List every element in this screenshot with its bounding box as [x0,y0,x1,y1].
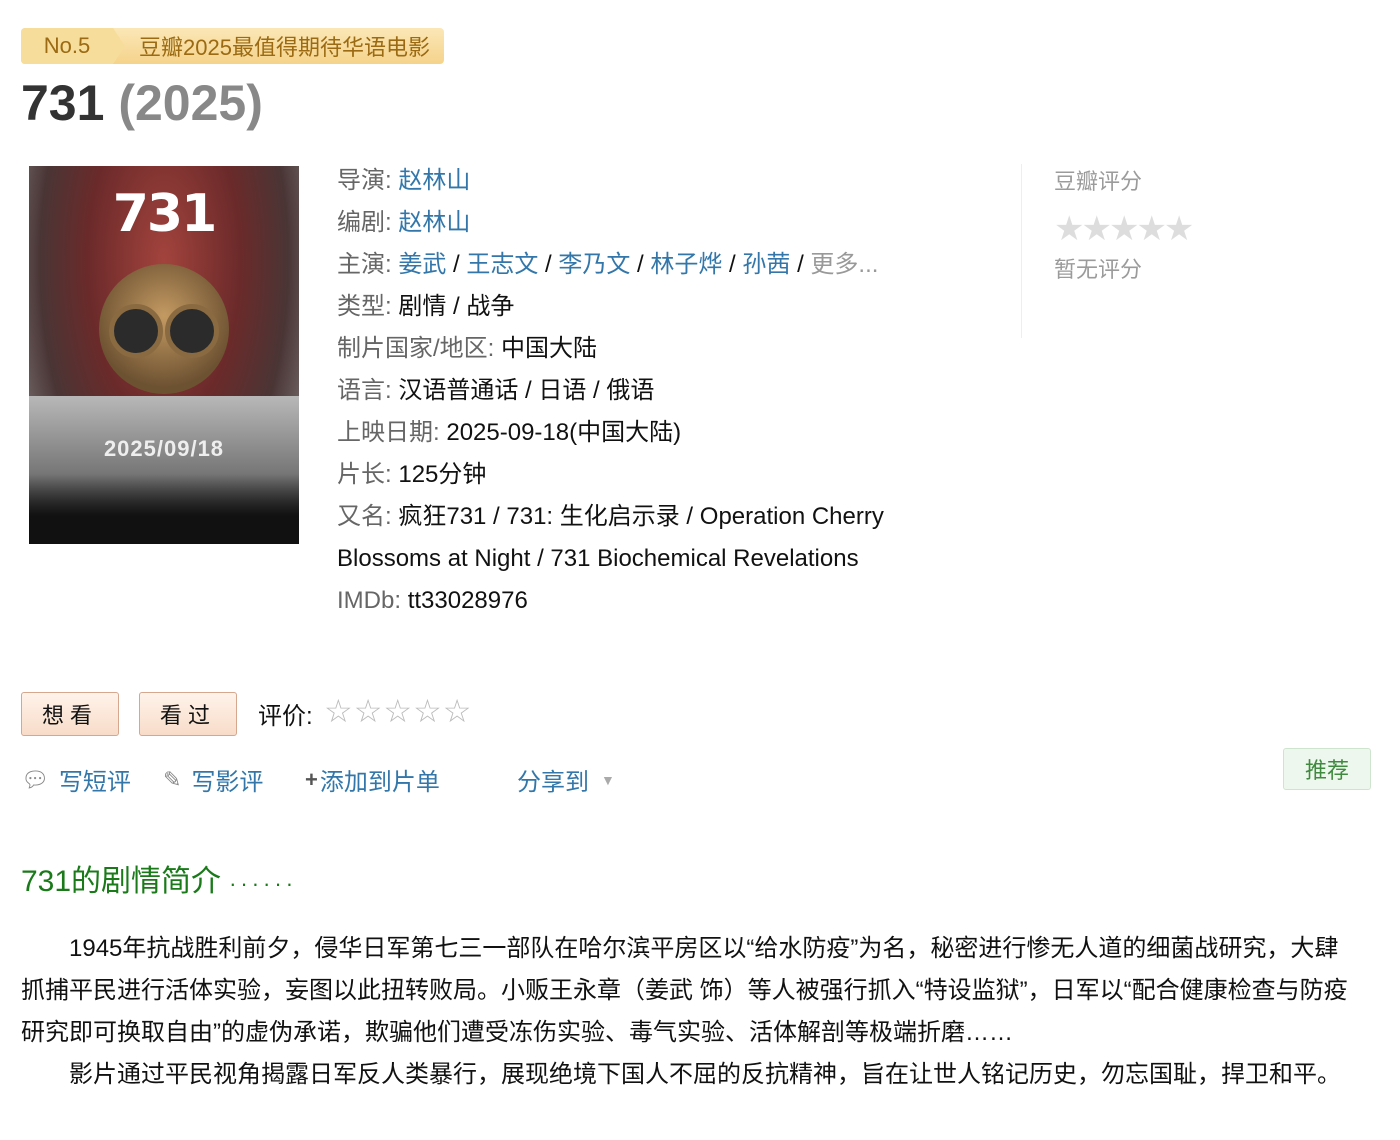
mask-eye-left [109,304,163,358]
cast-link[interactable]: 李乃文 [558,251,630,278]
movie-poster[interactable]: 731 2025/09/18 [29,166,299,544]
cast-link[interactable]: 孙茜 [742,251,790,278]
synopsis-dots: ······ [229,871,298,896]
director-label: 导演: [337,167,392,194]
chevron-down-icon: ▼ [601,771,615,788]
writer-label: 编剧: [337,209,392,236]
ranking-badge[interactable]: No.5 豆瓣2025最值得期待华语电影 [21,28,444,64]
mask-eye-right [165,304,219,358]
movie-title: 731 (2025) [21,70,263,136]
region-label: 制片国家/地区: [337,335,495,362]
imdb-value: tt33028976 [407,587,528,614]
cast-link[interactable]: 姜武 [398,251,446,278]
genre-label: 类型: [337,293,392,320]
runtime-value: 125分钟 [398,461,487,488]
add-to-list-link[interactable]: + 添加到片单 [305,762,440,797]
rate-stars-input[interactable]: ☆☆☆☆☆ [324,692,472,730]
runtime-label: 片长: [337,461,392,488]
plus-icon: + [305,766,318,792]
douban-rating-box: 豆瓣评分 ★★★★★ 暂无评分 [1021,164,1194,338]
movie-info: 导演: 赵林山 编剧: 赵林山 主演: 姜武 / 王志文 / 李乃文 / 林子烨… [337,160,937,622]
writer-link[interactable]: 赵林山 [398,209,470,236]
pencil-icon: ✎ [163,766,182,792]
title-text: 731 [21,75,105,131]
genre-row: 类型: 剧情 / 战争 [337,286,937,328]
review-label: 写影评 [191,769,264,796]
no-rating-text: 暂无评分 [1054,257,1143,282]
cast-row: 主演: 姜武 / 王志文 / 李乃文 / 林子烨 / 孙茜 / 更多... [337,251,879,278]
want-to-watch-button[interactable]: 想看 [21,692,119,736]
synopsis-paragraph: 影片通过平民视角揭露日军反人类暴行，展现绝境下国人不屈的反抗精神，旨在让世人铭记… [69,1061,1341,1088]
poster-crowd [29,474,299,544]
comment-icon: 💬︎ [21,766,49,792]
poster-title: 731 [112,184,218,244]
aka-value: 疯狂731 / 731: 生化启示录 / Operation Cherry Bl… [337,503,884,572]
writer-row: 编剧: 赵林山 [337,202,937,244]
rating-label: 豆瓣评分 [1054,169,1143,194]
short-review-label: 写短评 [58,769,131,796]
release-label: 上映日期: [337,419,440,446]
add-list-label: 添加到片单 [319,769,440,796]
aka-label: 又名: [337,503,392,530]
region-value: 中国大陆 [501,335,598,362]
share-label: 分享到 [517,769,589,796]
cast-link[interactable]: 王志文 [466,251,538,278]
recommend-button[interactable]: 推荐 [1283,748,1371,790]
director-row: 导演: 赵林山 [337,160,937,202]
synopsis-title: 731的剧情简介 ······ [21,856,297,900]
rank-number: No.5 [21,28,125,64]
poster-date: 2025/09/18 [103,436,225,461]
watched-button[interactable]: 看过 [139,692,237,736]
release-row: 上映日期: 2025-09-18(中国大陆) [337,412,937,454]
rate-label: 评价: [258,703,313,730]
language-label: 语言: [337,377,392,404]
language-row: 语言: 汉语普通话 / 日语 / 俄语 [337,370,937,412]
synopsis-title-text: 731的剧情简介 [21,865,222,898]
write-short-review-link[interactable]: 💬︎ 写短评 [21,762,131,797]
cast-label: 主演: [337,251,392,278]
aka-row: 又名: 疯狂731 / 731: 生化启示录 / Operation Cherr… [337,496,937,580]
imdb-label: IMDb: [337,587,402,614]
region-row: 制片国家/地区: 中国大陆 [337,328,937,370]
rank-text: 豆瓣2025最值得期待华语电影 [139,35,430,60]
director-link[interactable]: 赵林山 [398,167,470,194]
rating-stars-icon: ★★★★★ [1054,210,1194,248]
share-dropdown[interactable]: 分享到 ▼ [517,762,615,797]
write-review-link[interactable]: ✎ 写影评 [163,762,263,797]
language-value: 汉语普通话 / 日语 / 俄语 [398,377,655,404]
cast-link[interactable]: 林子烨 [650,251,722,278]
cast-more-link[interactable]: 更多... [810,251,878,278]
title-year: (2025) [118,75,263,131]
imdb-row: IMDb: tt33028976 [337,580,937,622]
gas-mask-figure [99,264,229,394]
synopsis-paragraph: 1945年抗战胜利前夕，侵华日军第七三一部队在哈尔滨平房区以“给水防疫”为名，秘… [21,935,1348,1046]
genre-value: 剧情 / 战争 [398,293,515,320]
synopsis-body: 1945年抗战胜利前夕，侵华日军第七三一部队在哈尔滨平房区以“给水防疫”为名，秘… [21,928,1361,1096]
release-value: 2025-09-18(中国大陆) [446,419,682,446]
runtime-row: 片长: 125分钟 [337,454,937,496]
